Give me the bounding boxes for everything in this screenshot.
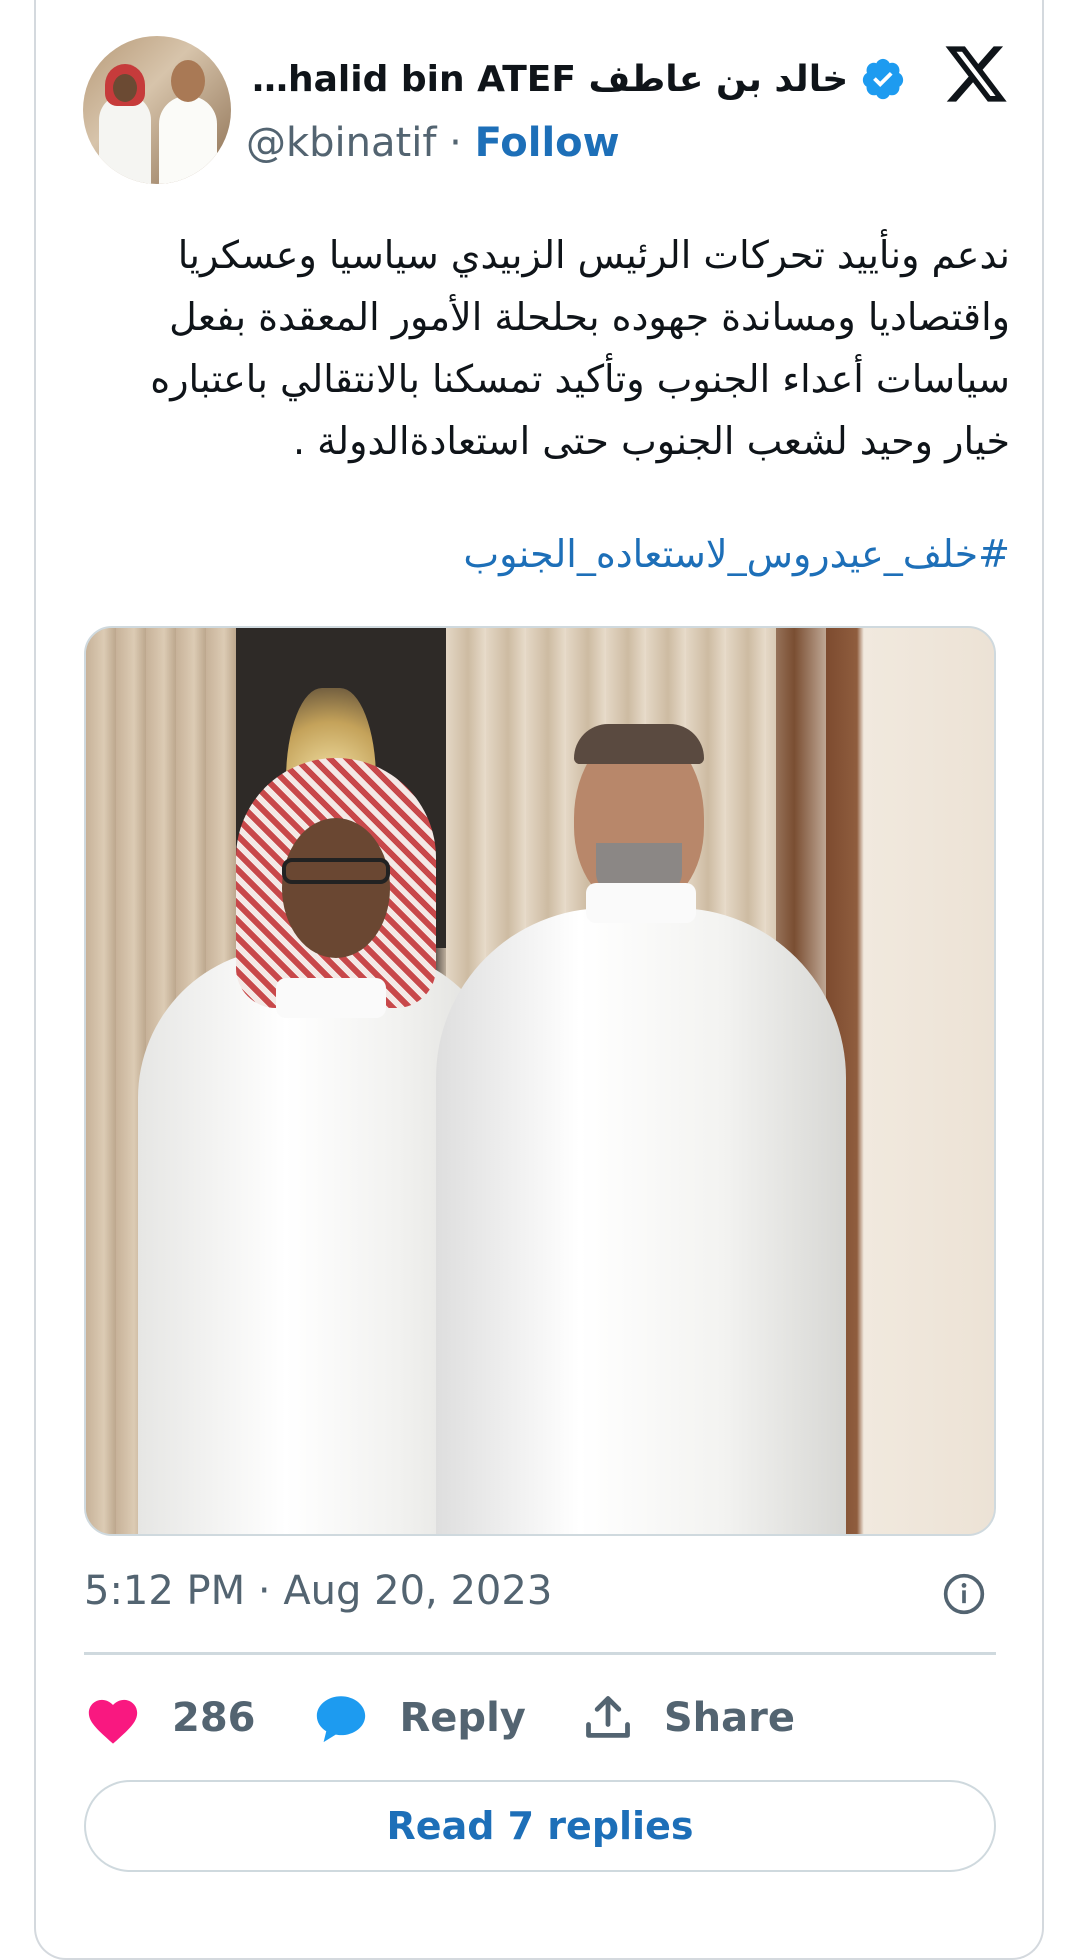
heart-icon — [88, 1699, 138, 1744]
x-logo-icon[interactable] — [942, 40, 1010, 108]
photo-person-left-face — [282, 818, 390, 958]
info-icon[interactable] — [942, 1572, 986, 1616]
tweet-text-line: واقتصاديا ومساندة جهوده بحلحلة الأمور ال… — [169, 295, 1010, 339]
author-handle-row: @kbinatif · Follow — [246, 120, 620, 166]
like-button[interactable]: 286 — [84, 1691, 256, 1745]
avatar-person-right — [159, 96, 217, 184]
divider — [84, 1652, 996, 1655]
verified-badge-icon — [863, 58, 904, 100]
author-name-row[interactable]: …halid bin ATEF خالد بن عاطف — [252, 52, 906, 106]
photo-person-right-collar — [586, 883, 696, 923]
reply-label: Reply — [399, 1695, 526, 1741]
reply-bubble-icon — [316, 1696, 365, 1743]
tweet-text-line: سياسات أعداء الجنوب وتأكيد تمسكنا بالانت… — [150, 357, 1010, 401]
share-icon — [585, 1696, 630, 1738]
tweet-text-line: خيار وحيد لشعب الجنوب حتى استعادةالدولة … — [293, 419, 1010, 463]
avatar[interactable] — [83, 36, 231, 184]
avatar-face-right — [171, 60, 205, 102]
reply-button[interactable]: Reply — [312, 1691, 526, 1745]
photo-person-left-collar — [276, 978, 386, 1018]
photo-person-right-hair — [574, 724, 704, 764]
handle-separator: · — [449, 120, 462, 166]
photo-person-right-thobe — [436, 908, 846, 1534]
read-replies-button[interactable]: Read 7 replies — [84, 1780, 996, 1872]
hashtag-link[interactable]: #خلف_عيدروس_لاستعاده_الجنوب — [100, 532, 1010, 576]
photo-person-left-glasses — [282, 858, 390, 884]
tweet-text: ندعم ونأييد تحركات الرئيس الزبيدي سياسيا… — [100, 224, 1010, 472]
author-display-name[interactable]: …halid bin ATEF خالد بن عاطف — [252, 59, 848, 100]
follow-button[interactable]: Follow — [475, 120, 620, 166]
share-label: Share — [663, 1695, 795, 1741]
like-count: 286 — [172, 1695, 256, 1741]
share-button[interactable]: Share — [582, 1692, 795, 1744]
tweet-timestamp[interactable]: 5:12 PM · Aug 20, 2023 — [84, 1568, 552, 1614]
tweet-text-line: ندعم ونأييد تحركات الرئيس الزبيدي سياسيا… — [177, 233, 1010, 277]
action-bar: 286 Reply Share — [84, 1688, 851, 1748]
photo-wall-panel — [826, 628, 994, 1534]
avatar-person-left — [99, 94, 151, 184]
author-handle[interactable]: @kbinatif — [246, 120, 436, 166]
avatar-face-left — [113, 74, 137, 102]
tweet-photo[interactable] — [84, 626, 996, 1536]
